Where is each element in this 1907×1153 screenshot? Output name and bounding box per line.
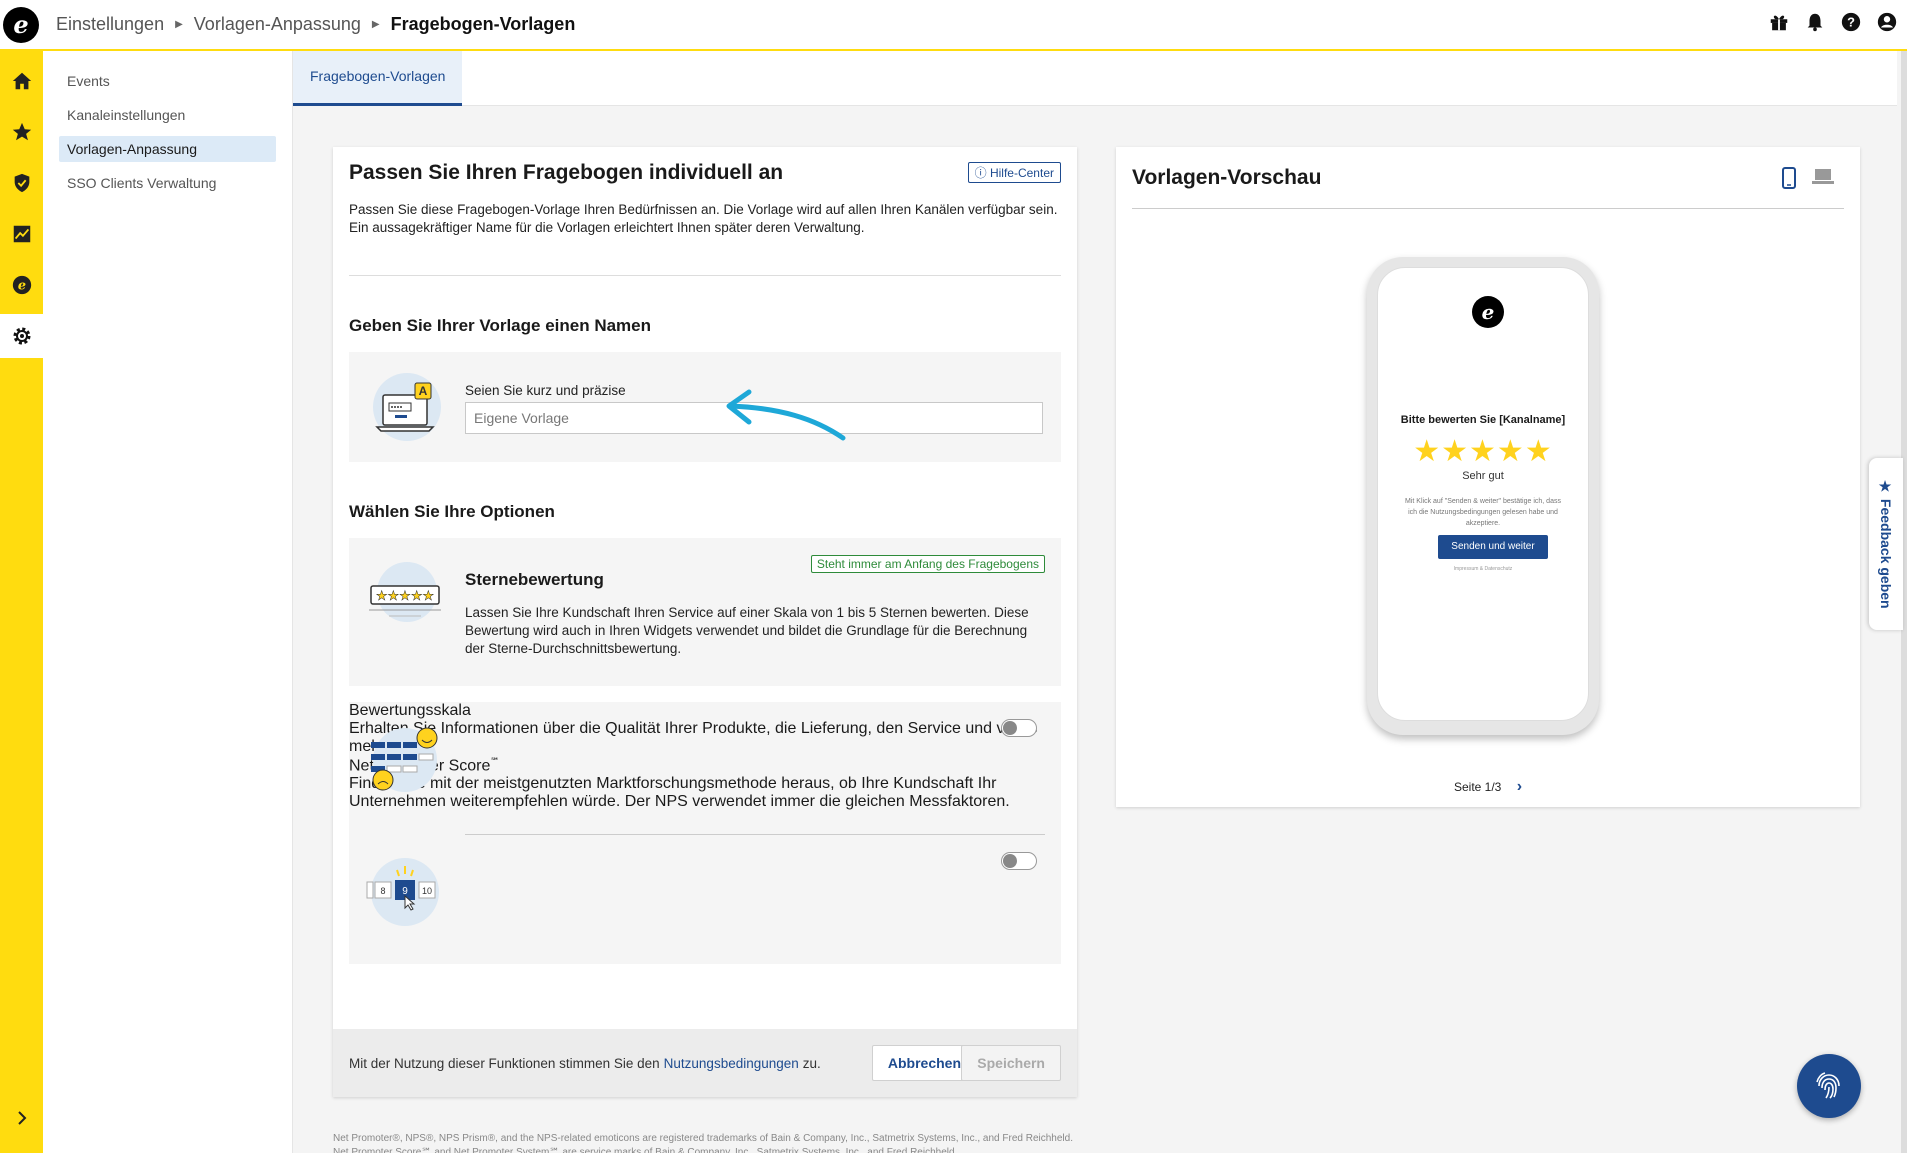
help-circle-icon: ⓘ	[974, 166, 987, 180]
chevron-right-icon[interactable]: ›	[1517, 778, 1522, 795]
desktop-device-icon[interactable]	[1812, 167, 1834, 194]
gear-icon[interactable]	[0, 314, 43, 358]
option-rating-scale-text: Erhalten Sie Informationen über die Qual…	[349, 720, 1038, 755]
star-icon[interactable]	[0, 110, 43, 154]
option-star-rating-text: Lassen Sie Ihre Kundschaft Ihren Service…	[465, 605, 1029, 656]
terms-text-end: zu.	[802, 1055, 821, 1071]
divider	[349, 275, 1061, 276]
settings-subnav: Events Kanaleinstellungen Vorlagen-Anpas…	[43, 51, 293, 1153]
option-star-rating-title: Sternebewertung	[465, 570, 604, 589]
option-nps-title: Net Promoter Score℠	[349, 756, 1061, 775]
expand-nav-chevron-icon[interactable]	[0, 1103, 43, 1133]
phone-mockup: e Bitte bewerten Sie [Kanalname] ★★★★★ S…	[1367, 257, 1599, 735]
name-section-heading: Geben Sie Ihrer Vorlage einen Namen	[349, 316, 652, 335]
editor-title: Passen Sie Ihren Fragebogen individuell …	[349, 161, 784, 184]
name-panel: A Seien Sie kurz und präzise Eigene Vorl…	[349, 352, 1061, 462]
legal-notice: Net Promoter®, NPS®, NPS Prism®, and the…	[333, 1133, 1073, 1153]
phone-consent-text: Mit Klick auf "Senden & weiter" bestätig…	[1405, 498, 1561, 527]
phone-submit-button: Senden und weiter	[1438, 535, 1548, 559]
chart-icon[interactable]	[0, 212, 43, 256]
shield-icon[interactable]	[0, 161, 43, 205]
chevron-right-icon: ▶	[371, 19, 380, 30]
fingerprint-icon	[1816, 1072, 1840, 1099]
main-content: Fragebogen-Vorlagen Passen Sie Ihren Fra…	[293, 51, 1897, 1153]
trusted-logo-icon: e	[1472, 296, 1504, 328]
svg-text:★★★★★: ★★★★★	[376, 589, 434, 604]
breadcrumb-current: Fragebogen-Vorlagen	[390, 14, 576, 34]
gift-icon[interactable]	[1767, 10, 1791, 34]
always-first-badge: Steht immer am Anfang des Fragebogens	[810, 555, 1045, 573]
terms-link[interactable]: Nutzungsbedingungen	[664, 1056, 799, 1071]
help-center-label: Hilfe-Center	[989, 166, 1054, 180]
save-button[interactable]: Speichern	[961, 1045, 1061, 1081]
service-mark: ℠	[490, 756, 500, 766]
nps-illustration-number: 9	[402, 886, 408, 897]
subnav-item-sso-clients[interactable]: SSO Clients Verwaltung	[59, 170, 276, 196]
top-icons: ?	[1767, 10, 1899, 34]
feedback-tab[interactable]: ★ Feedback geben	[1869, 458, 1903, 630]
help-center-button[interactable]: ⓘ Hilfe-Center	[967, 162, 1061, 183]
e-logo-icon[interactable]: e	[0, 263, 43, 307]
laptop-illustration-icon: A	[365, 367, 445, 447]
phone-screen: e Bitte bewerten Sie [Kanalname] ★★★★★ S…	[1377, 267, 1589, 721]
fingerprint-button[interactable]	[1797, 1054, 1861, 1118]
subnav-item-events[interactable]: Events	[59, 68, 276, 94]
option-star-rating: ★★★★★ Steht immer am Anfang des Fragebog…	[349, 538, 1061, 686]
nps-illustration-number: 10	[422, 886, 432, 896]
device-switch	[1782, 167, 1834, 194]
preview-pager: Seite 1/3 ›	[1116, 778, 1860, 796]
preview-title: Vorlagen-Vorschau	[1132, 165, 1322, 189]
rating-scale-toggle[interactable]	[1001, 719, 1037, 737]
phone-rating-title: Bitte bewerten Sie [Kanalname]	[1400, 414, 1566, 426]
preview-header: Vorlagen-Vorschau	[1132, 147, 1844, 209]
nps-illustration-number: 8	[380, 886, 385, 896]
rating-scale-illustration-icon	[365, 720, 445, 800]
pager-label: Seite 1/3	[1453, 780, 1502, 794]
option-group-optional: Bewertungsskala Erhalten Sie Information…	[349, 702, 1061, 964]
tab-fragebogen-vorlagen[interactable]: Fragebogen-Vorlagen	[293, 51, 463, 106]
editor-description: Passen Sie diese Fragebogen-Vorlage Ihre…	[349, 202, 1058, 235]
breadcrumb: Einstellungen ▶ Vorlagen-Anpassung ▶ Fra…	[56, 14, 575, 35]
divider	[465, 834, 1045, 835]
template-name-label: Seien Sie kurz und präzise	[465, 383, 626, 398]
home-icon[interactable]	[0, 59, 43, 103]
options-heading: Wählen Sie Ihre Optionen	[349, 502, 555, 521]
option-nps-text: Finden Sie mit der meistgenutzten Marktf…	[349, 775, 1010, 811]
feedback-label: ★ Feedback geben	[1878, 479, 1894, 609]
option-rating-scale-title: Bewertungsskala	[349, 702, 471, 719]
help-icon[interactable]: ?	[1839, 10, 1863, 34]
nps-illustration-icon: 8 9 10	[365, 852, 445, 932]
svg-text:?: ?	[1847, 15, 1855, 30]
bell-icon[interactable]	[1803, 10, 1827, 34]
phone-stars: ★★★★★	[1413, 435, 1553, 468]
tab-bar: Fragebogen-Vorlagen	[293, 51, 1897, 106]
subnav-item-kanaleinstellungen[interactable]: Kanaleinstellungen	[59, 102, 276, 128]
editor-footer: Mit der Nutzung dieser Funktionen stimme…	[333, 1029, 1077, 1097]
breadcrumb-item-vorlagen-anpassung[interactable]: Vorlagen-Anpassung	[194, 14, 361, 35]
user-icon[interactable]	[1875, 10, 1899, 34]
phone-rating-label: Sehr gut	[1462, 470, 1504, 482]
svg-text:A: A	[419, 384, 428, 398]
breadcrumb-item-einstellungen[interactable]: Einstellungen	[56, 14, 164, 35]
nps-toggle[interactable]	[1001, 852, 1037, 870]
trusted-logo-icon[interactable]: e	[3, 6, 39, 43]
pointer-arrow-icon	[726, 389, 846, 441]
top-bar: e Einstellungen ▶ Vorlagen-Anpassung ▶ F…	[0, 0, 1907, 51]
svg-text:e: e	[17, 279, 25, 294]
star-rating-illustration-icon: ★★★★★	[365, 556, 445, 636]
phone-footer-links: Impressum & Datenschutz	[1453, 566, 1513, 572]
terms-text: Mit der Nutzung dieser Funktionen stimme…	[349, 1055, 660, 1071]
subnav-item-vorlagen-anpassung[interactable]: Vorlagen-Anpassung	[59, 136, 276, 162]
main-nav-rail: e	[0, 51, 43, 1153]
mobile-device-icon[interactable]	[1782, 167, 1796, 194]
template-preview-card: Vorlagen-Vorschau e Bitte bewerten Sie […	[1116, 147, 1860, 807]
chevron-right-icon: ▶	[175, 19, 183, 30]
template-editor-card: Passen Sie Ihren Fragebogen individuell …	[333, 147, 1077, 1097]
